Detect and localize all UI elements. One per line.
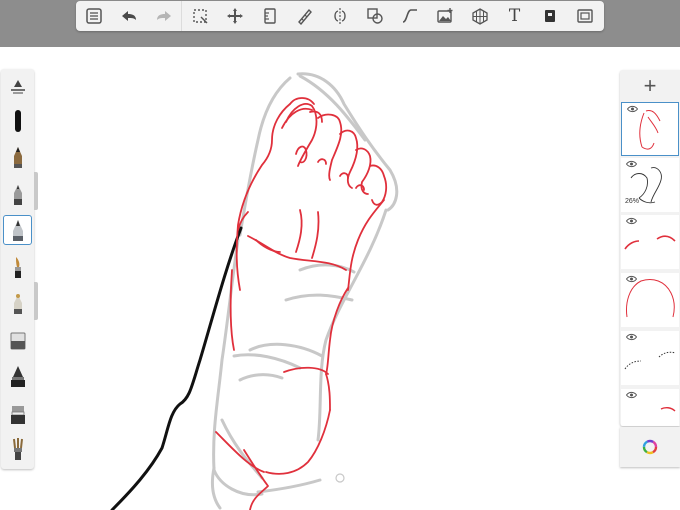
visibility-eye-icon[interactable]	[626, 217, 637, 225]
fullscreen-icon[interactable]	[567, 1, 602, 31]
main-toolbar: T	[76, 1, 604, 31]
brush-size-slider[interactable]	[34, 172, 38, 210]
color-wheel-icon	[642, 439, 658, 455]
eraser-icon[interactable]	[3, 325, 32, 355]
drawing-canvas[interactable]	[0, 47, 680, 510]
lists-icon[interactable]	[76, 1, 111, 31]
stroke-icon[interactable]	[287, 1, 322, 31]
resize-brush-icon[interactable]	[3, 72, 32, 102]
brush-preview-icon[interactable]	[3, 106, 32, 136]
layer-1[interactable]	[621, 102, 679, 156]
visibility-eye-icon[interactable]	[627, 105, 638, 113]
visibility-eye-icon[interactable]	[626, 391, 637, 399]
redo-icon[interactable]	[146, 1, 181, 31]
ballpoint-icon[interactable]	[3, 179, 32, 209]
brush-library-icon[interactable]	[3, 434, 32, 464]
smudge-icon[interactable]	[3, 398, 32, 428]
sketch	[110, 72, 399, 510]
image-icon[interactable]	[427, 1, 462, 31]
add-layer-button[interactable]: +	[620, 70, 680, 102]
sketch-red-strokes	[215, 97, 388, 510]
color-wheel-button[interactable]	[620, 427, 680, 467]
symmetry-icon[interactable]	[322, 1, 357, 31]
color-fill-icon[interactable]	[532, 1, 567, 31]
paintbrush-icon[interactable]	[3, 252, 32, 282]
text-icon[interactable]: T	[497, 1, 532, 31]
visibility-eye-icon[interactable]	[626, 275, 637, 283]
brush-opacity-slider[interactable]	[34, 282, 38, 320]
undo-icon[interactable]	[111, 1, 146, 31]
marker-icon[interactable]	[3, 215, 32, 245]
transform-icon[interactable]	[217, 1, 252, 31]
layer-6[interactable]	[621, 389, 679, 426]
layer-3[interactable]	[621, 215, 679, 269]
sketch-guide-strokes	[210, 72, 399, 510]
ruler-icon[interactable]	[252, 1, 287, 31]
layer-2[interactable]: 26%	[621, 158, 679, 212]
visibility-eye-icon[interactable]	[626, 333, 637, 341]
ink-pen-icon[interactable]	[3, 361, 32, 391]
perspective-icon[interactable]	[462, 1, 497, 31]
visibility-eye-icon[interactable]	[626, 160, 637, 168]
brush-palette	[1, 69, 34, 469]
layer-panel: + 26%	[620, 70, 680, 426]
layer-opacity: 26%	[625, 198, 640, 205]
layer-4[interactable]	[621, 273, 679, 327]
shapes-icon[interactable]	[357, 1, 392, 31]
airbrush-icon[interactable]	[3, 288, 32, 318]
pencil-icon[interactable]	[3, 142, 32, 172]
layer-5[interactable]	[621, 331, 679, 385]
curve-icon[interactable]	[392, 1, 427, 31]
text-tool-glyph: T	[508, 6, 521, 26]
selection-icon[interactable]	[182, 1, 217, 31]
